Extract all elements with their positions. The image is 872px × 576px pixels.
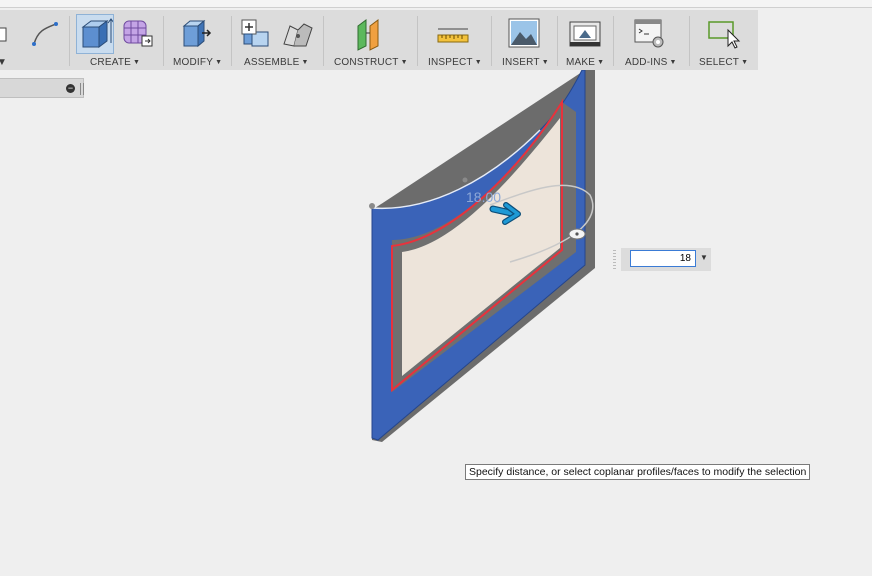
new-component-icon[interactable] [238,16,274,52]
inspect-group[interactable]: INSPECT ▼ [420,10,490,70]
measure-icon[interactable] [436,16,472,52]
construct-menu-label[interactable]: CONSTRUCT ▼ [334,57,408,68]
rectangle-icon[interactable] [0,16,24,52]
separator [231,16,232,66]
select-menu-label[interactable]: SELECT ▼ [699,57,748,68]
browser-panel-header[interactable]: − [0,78,84,98]
select-window-icon[interactable] [706,16,742,52]
sketch-point[interactable] [462,177,468,183]
spline-icon[interactable] [28,16,64,52]
offset-plane-icon[interactable] [352,16,388,52]
construct-group[interactable]: CONSTRUCT ▼ [326,10,416,70]
press-pull-icon[interactable] [178,16,214,52]
sketch-point[interactable] [369,203,375,209]
extrude-icon[interactable] [76,14,115,54]
units-dropdown-icon[interactable]: ▼ [700,253,708,262]
modify-group[interactable]: MODIFY ▼ [166,10,230,70]
3d-print-icon[interactable] [567,16,603,52]
assemble-group[interactable]: ASSEMBLE ▼ [234,10,320,70]
scripts-icon[interactable] [632,16,668,52]
toolbar: ▼ CREATE ▼ MODIFY ▼ ASSEMBLE ▼ CONSTRUCT ▼ [0,10,758,70]
addins-menu-label[interactable]: ADD-INS ▼ [625,57,677,68]
create-menu-label[interactable]: CREATE ▼ [90,57,140,68]
select-group[interactable]: SELECT ▼ [692,10,758,70]
separator [69,16,70,66]
distance-input[interactable] [630,250,696,267]
separator [323,16,324,66]
drag-grip-icon[interactable] [613,250,616,270]
command-tooltip: Specify distance, or select coplanar pro… [465,464,811,480]
separator [613,16,614,66]
assemble-menu-label[interactable]: ASSEMBLE ▼ [244,57,309,68]
joint-icon[interactable] [280,16,316,52]
addins-group[interactable]: ADD-INS ▼ [616,10,688,70]
separator [557,16,558,66]
sketch-caret[interactable]: ▼ [0,57,7,68]
dimension-label: 18.00 [466,189,501,205]
create-group[interactable]: CREATE ▼ [72,10,162,70]
separator [163,16,164,66]
separator [417,16,418,66]
make-menu-label[interactable]: MAKE ▼ [566,57,604,68]
insert-group[interactable]: INSERT ▼ [494,10,556,70]
separator [491,16,492,66]
insert-menu-label[interactable]: INSERT ▼ [502,57,549,68]
distance-input-box: ▼ [613,248,711,271]
modify-menu-label[interactable]: MODIFY ▼ [173,57,222,68]
sketch-tools: ▼ [0,10,68,70]
inspect-menu-label[interactable]: INSPECT ▼ [428,57,482,68]
panel-grip-icon[interactable] [80,83,84,95]
distance-handle-center [575,232,579,236]
viewport-canvas[interactable]: 18.00 [0,0,872,576]
collapse-icon[interactable]: − [66,84,75,93]
form-icon[interactable] [120,16,156,52]
make-group[interactable]: MAKE ▼ [560,10,612,70]
insert-image-icon[interactable] [506,16,542,52]
separator [689,16,690,66]
